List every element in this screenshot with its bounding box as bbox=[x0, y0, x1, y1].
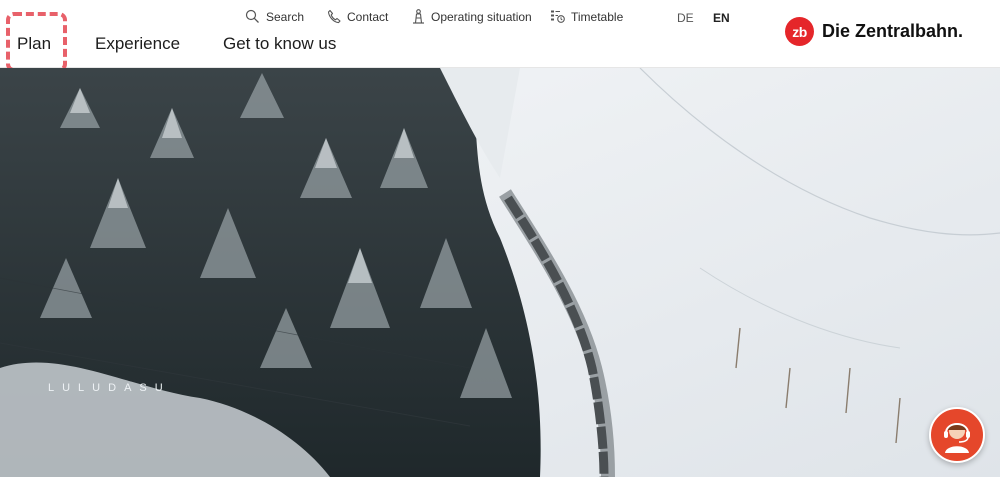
search-label: Search bbox=[266, 9, 305, 24]
timetable-icon bbox=[550, 9, 565, 24]
signal-mast-icon bbox=[412, 9, 425, 24]
search-icon bbox=[245, 9, 260, 24]
contact-link[interactable]: Contact bbox=[327, 9, 388, 24]
timetable-label: Timetable bbox=[571, 9, 624, 24]
site-header: Plan Experience Get to know us Search Co… bbox=[0, 0, 1000, 72]
contact-label: Contact bbox=[347, 9, 389, 24]
logo-mark: zb bbox=[785, 17, 814, 46]
snowy-forest-train-illustration bbox=[0, 68, 1000, 477]
nav-get-to-know-us[interactable]: Get to know us bbox=[223, 34, 336, 54]
logo-text: Die Zentralbahn. bbox=[822, 21, 964, 41]
hero-image: LULUDASU bbox=[0, 68, 1000, 477]
nav-experience[interactable]: Experience bbox=[95, 34, 180, 54]
operating-situation-label: Operating situation bbox=[431, 9, 532, 24]
hero-caption: LULUDASU bbox=[48, 382, 171, 394]
language-de[interactable]: DE bbox=[677, 11, 694, 25]
search-link[interactable]: Search bbox=[245, 9, 304, 24]
brand-logo[interactable]: zb Die Zentralbahn. bbox=[785, 17, 963, 46]
nav-plan[interactable]: Plan bbox=[17, 34, 51, 54]
operating-situation-link[interactable]: Operating situation bbox=[412, 9, 532, 24]
phone-icon bbox=[327, 9, 341, 24]
timetable-link[interactable]: Timetable bbox=[550, 9, 623, 24]
language-en[interactable]: EN bbox=[713, 11, 730, 25]
chat-support-button[interactable] bbox=[929, 407, 985, 463]
